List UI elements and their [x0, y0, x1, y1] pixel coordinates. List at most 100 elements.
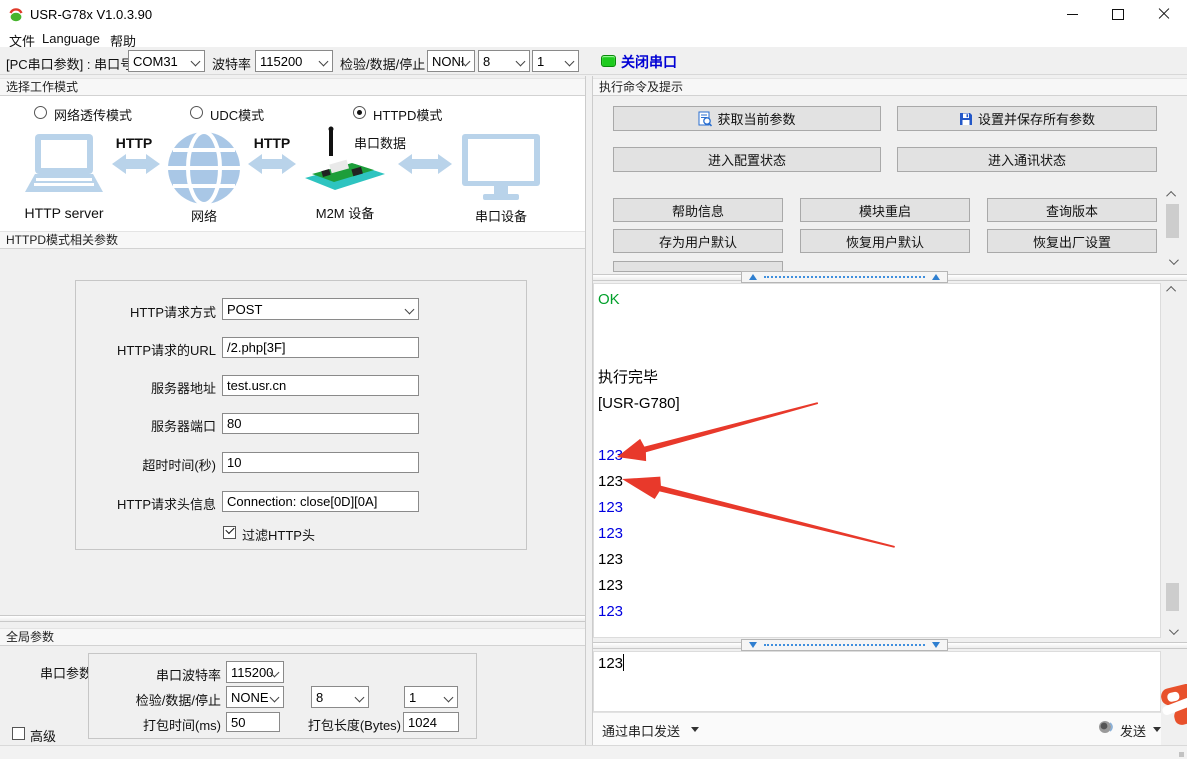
- splitter-handle-down[interactable]: [741, 639, 948, 651]
- global-params-header: 全局参数: [0, 628, 585, 646]
- server-port-input[interactable]: [222, 413, 419, 434]
- scroll-down-icon[interactable]: [1164, 625, 1181, 638]
- chevron-down-icon: [319, 57, 329, 67]
- chevron-down-icon: [565, 57, 575, 67]
- req-header-label: HTTP请求头信息: [76, 494, 216, 513]
- collapse-down-icon: [749, 642, 757, 648]
- set-save-params-button[interactable]: 设置并保存所有参数: [897, 106, 1157, 131]
- g-databits-select[interactable]: 8: [311, 686, 369, 708]
- send-button[interactable]: 发送: [1120, 721, 1146, 740]
- link2-label: HTTP: [254, 135, 291, 151]
- server-addr-label: 服务器地址: [76, 378, 216, 397]
- g-baud-select[interactable]: 115200: [226, 661, 284, 683]
- advanced-label[interactable]: 高级: [30, 726, 56, 745]
- log-lines: OK执行完毕[USR-G780]123123123123123123123: [594, 287, 1160, 625]
- g-stopbits-select[interactable]: 1: [404, 686, 458, 708]
- command-panel-header: 执行命令及提示: [593, 78, 1187, 96]
- httpd-params-box: HTTP请求方式 POST HTTP请求的URL 服务器地址 服务器端口 超时时…: [75, 280, 527, 550]
- chevron-down-icon: [270, 693, 280, 703]
- chevron-down-icon[interactable]: [691, 727, 699, 732]
- timeout-input[interactable]: [222, 452, 419, 473]
- http-method-select[interactable]: POST: [222, 298, 419, 320]
- resize-grip[interactable]: [1179, 752, 1184, 757]
- baud-select[interactable]: 115200: [255, 50, 333, 72]
- log-output[interactable]: OK执行完毕[USR-G780]123123123123123123123: [593, 283, 1161, 638]
- arrow-left-net: [112, 154, 160, 174]
- splitter-dots: [764, 644, 925, 646]
- log-scrollbar[interactable]: [1164, 283, 1181, 638]
- node-http-server-label: HTTP server: [24, 205, 103, 221]
- server-addr-input[interactable]: [222, 375, 419, 396]
- node-network-label: 网络: [191, 209, 217, 224]
- pc-serial-label: [PC串口参数] : 串口号: [6, 54, 133, 73]
- pack-time-input[interactable]: [226, 712, 280, 732]
- timeout-label: 超时时间(秒): [76, 455, 216, 474]
- databits-select[interactable]: 8: [478, 50, 530, 72]
- work-mode-section: 网络透传模式 UDC模式 HTTPD模式 HTTP HTTP: [0, 96, 585, 231]
- chevron-down-icon: [444, 693, 454, 703]
- g-parity-select[interactable]: NONE: [226, 686, 284, 708]
- get-params-button[interactable]: 获取当前参数: [613, 106, 881, 131]
- http-url-input[interactable]: [222, 337, 419, 358]
- splitter-dots: [764, 276, 925, 278]
- left-splitter[interactable]: [0, 615, 585, 622]
- filter-http-label[interactable]: 过滤HTTP头: [242, 525, 315, 544]
- module-restart-button[interactable]: 模块重启: [800, 198, 970, 222]
- command-scrollbar[interactable]: [1164, 188, 1181, 268]
- restore-user-default-button[interactable]: 恢复用户默认: [800, 229, 970, 253]
- radio-udc[interactable]: [190, 106, 203, 119]
- send-via-serial-button[interactable]: 通过串口发送: [602, 721, 680, 740]
- scroll-thumb[interactable]: [1166, 583, 1179, 611]
- send-input-value: 123: [598, 655, 623, 672]
- radio-net-transparent-label[interactable]: 网络透传模式: [54, 105, 132, 124]
- save-user-default-button[interactable]: 存为用户默认: [613, 229, 783, 253]
- scroll-up-icon[interactable]: [1164, 188, 1181, 201]
- radio-net-transparent[interactable]: [34, 106, 47, 119]
- log-line: 123: [594, 443, 1160, 469]
- splitter-handle-up[interactable]: [741, 271, 948, 283]
- menu-language[interactable]: Language: [38, 29, 104, 48]
- close-button[interactable]: [1141, 0, 1187, 28]
- radio-udc-label[interactable]: UDC模式: [210, 105, 264, 124]
- com-port-select[interactable]: COM31: [128, 50, 205, 72]
- http-url-label: HTTP请求的URL: [76, 340, 216, 359]
- radio-httpd[interactable]: [353, 106, 366, 119]
- log-line: 123: [594, 599, 1160, 625]
- app-window: USR-G78x V1.0.3.90 文件 Language 帮助 [PC串口参…: [0, 0, 1187, 759]
- minimize-icon: [1067, 14, 1078, 15]
- help-info-button[interactable]: 帮助信息: [613, 198, 783, 222]
- maximize-button[interactable]: [1095, 0, 1141, 28]
- factory-reset-button[interactable]: 恢复出厂设置: [987, 229, 1157, 253]
- menu-bar: 文件 Language 帮助: [0, 28, 1187, 47]
- log-line: 执行完毕: [594, 365, 1160, 391]
- scroll-up-icon[interactable]: [1164, 283, 1181, 296]
- collapse-down-icon: [932, 642, 940, 648]
- log-line: 123: [594, 547, 1160, 573]
- pack-len-input[interactable]: [403, 712, 459, 732]
- minimize-button[interactable]: [1049, 0, 1095, 28]
- mode-diagram: HTTP HTTP 串口数据: [0, 126, 585, 226]
- req-header-input[interactable]: [222, 491, 419, 512]
- scroll-thumb[interactable]: [1166, 204, 1179, 238]
- enter-config-button[interactable]: 进入配置状态: [613, 147, 881, 172]
- enter-comm-button[interactable]: 进入通讯状态: [897, 147, 1157, 172]
- window-title: USR-G78x V1.0.3.90: [30, 7, 152, 22]
- link3-label: 串口数据: [354, 136, 406, 151]
- serial-group-label: 串口参数: [40, 663, 92, 682]
- chevron-down-icon: [355, 693, 365, 703]
- chevron-down-icon: [405, 305, 415, 315]
- radio-httpd-label[interactable]: HTTPD模式: [373, 105, 442, 124]
- log-line: 123: [594, 521, 1160, 547]
- query-version-button[interactable]: 查询版本: [987, 198, 1157, 222]
- stopbits-select[interactable]: 1: [532, 50, 579, 72]
- close-port-button[interactable]: 关闭串口: [621, 52, 677, 72]
- advanced-checkbox[interactable]: [12, 727, 25, 740]
- filter-http-checkbox[interactable]: [223, 526, 236, 539]
- link1-label: HTTP: [116, 135, 153, 151]
- text-caret: [623, 654, 624, 671]
- send-input[interactable]: 123: [593, 651, 1161, 712]
- globe-icon: [168, 132, 240, 204]
- scroll-down-icon[interactable]: [1164, 255, 1181, 268]
- parity-select[interactable]: NONI: [427, 50, 475, 72]
- chevron-down-icon: [191, 57, 201, 67]
